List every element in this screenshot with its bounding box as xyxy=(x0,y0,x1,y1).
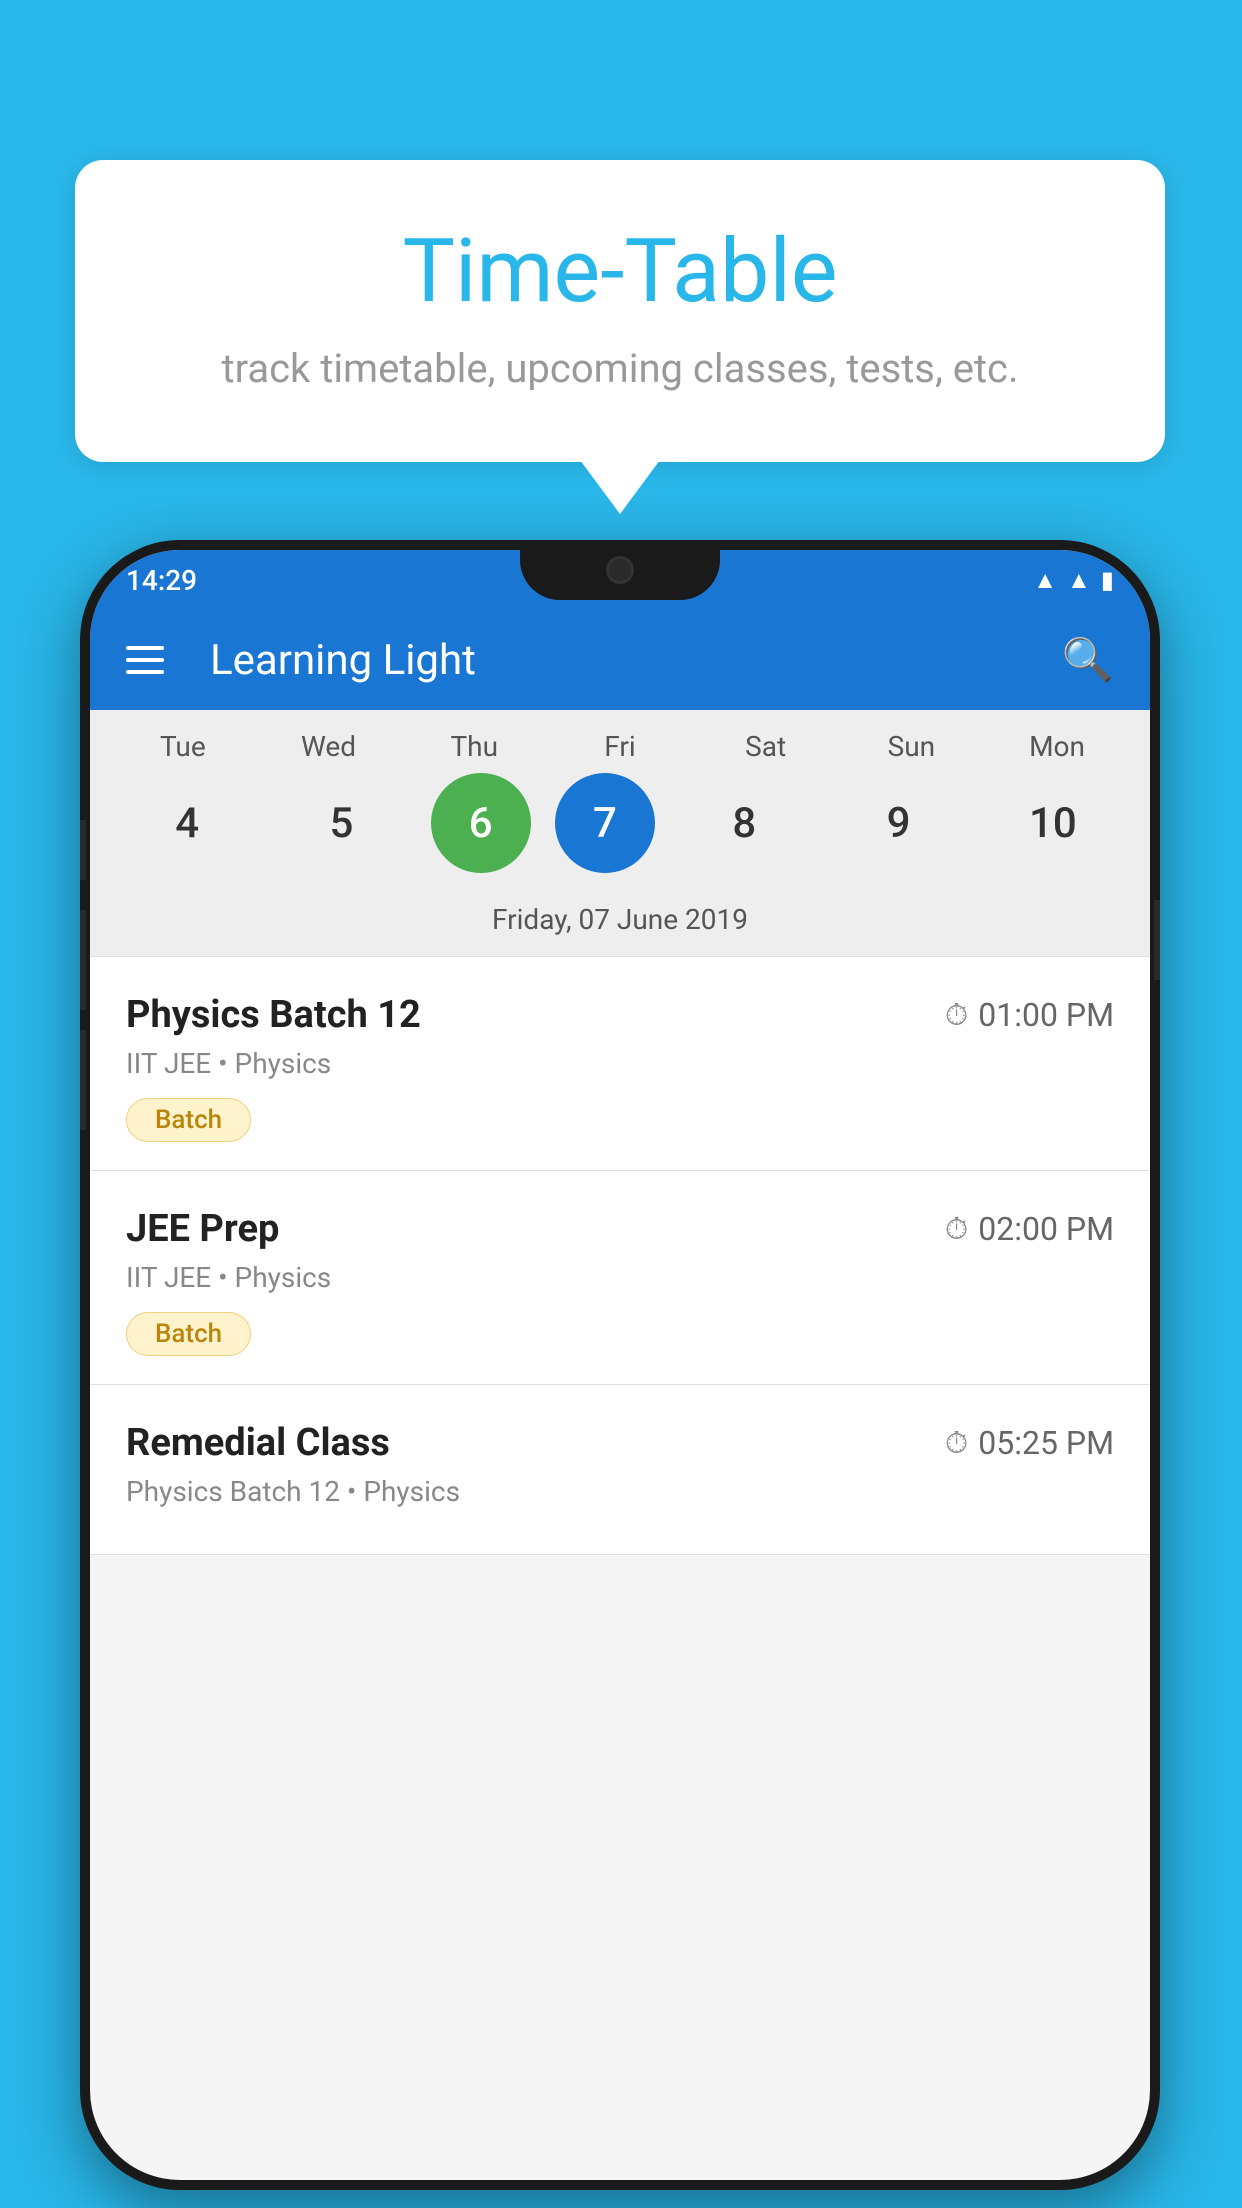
schedule-item-time: ⏱ 01:00 PM xyxy=(945,996,1114,1034)
battery-icon: ▮ xyxy=(1101,566,1114,594)
power-button xyxy=(1154,900,1160,980)
day-number[interactable]: 9 xyxy=(834,773,964,873)
wifi-icon: ▲ xyxy=(1033,566,1057,595)
schedule-item-header: Remedial Class ⏱ 05:25 PM xyxy=(126,1421,1114,1465)
day-number[interactable]: 10 xyxy=(988,773,1118,873)
clock-icon: ⏱ xyxy=(945,1212,968,1247)
schedule-item-time: ⏱ 02:00 PM xyxy=(945,1210,1114,1248)
day-header: Mon xyxy=(992,730,1122,763)
clock-icon: ⏱ xyxy=(945,998,968,1033)
selected-date-label: Friday, 07 June 2019 xyxy=(90,893,1150,957)
day-header: Tue xyxy=(118,730,248,763)
day-number[interactable]: 4 xyxy=(122,773,252,873)
phone-frame: 14:29 ▲ ▲ ▮ Learning Light 🔍 Tue Wed Thu Fr… xyxy=(80,540,1160,2190)
schedule-item-title: Remedial Class xyxy=(126,1421,390,1465)
schedule-item-subtitle: Physics Batch 12 • Physics xyxy=(126,1475,1114,1508)
day-number[interactable]: 7 xyxy=(555,773,655,873)
schedule-item-header: JEE Prep ⏱ 02:00 PM xyxy=(126,1207,1114,1251)
volume-up-button xyxy=(80,910,86,1010)
schedule-item-time: ⏱ 05:25 PM xyxy=(945,1424,1114,1462)
time-text: 02:00 PM xyxy=(978,1210,1114,1248)
schedule-item[interactable]: Remedial Class ⏱ 05:25 PM Physics Batch 12 … xyxy=(90,1385,1150,1555)
day-header: Fri xyxy=(555,730,685,763)
batch-badge: Batch xyxy=(126,1098,251,1142)
schedule-item-subtitle: IIT JEE • Physics xyxy=(126,1261,1114,1294)
day-header: Sat xyxy=(701,730,831,763)
day-headers: Tue Wed Thu Fri Sat Sun Mon xyxy=(90,730,1150,773)
day-number[interactable]: 5 xyxy=(276,773,406,873)
phone-camera xyxy=(606,556,634,584)
day-number[interactable]: 8 xyxy=(679,773,809,873)
status-icons: ▲ ▲ ▮ xyxy=(1033,566,1114,595)
tooltip-card: Time-Table track timetable, upcoming cla… xyxy=(75,160,1165,462)
menu-button[interactable] xyxy=(126,646,164,674)
signal-icon: ▲ xyxy=(1067,566,1091,595)
day-header: Wed xyxy=(264,730,394,763)
time-text: 05:25 PM xyxy=(978,1424,1114,1462)
schedule-item[interactable]: JEE Prep ⏱ 02:00 PM IIT JEE • Physics Batch xyxy=(90,1171,1150,1385)
app-title: Learning Light xyxy=(210,636,1026,685)
batch-badge: Batch xyxy=(126,1312,251,1356)
phone-screen: 14:29 ▲ ▲ ▮ Learning Light 🔍 Tue Wed Thu Fr… xyxy=(90,550,1150,2180)
schedule-item-subtitle: IIT JEE • Physics xyxy=(126,1047,1114,1080)
status-time: 14:29 xyxy=(126,564,197,597)
time-text: 01:00 PM xyxy=(978,996,1114,1034)
schedule-item-title: JEE Prep xyxy=(126,1207,279,1251)
day-header: Sun xyxy=(846,730,976,763)
day-header: Thu xyxy=(409,730,539,763)
day-numbers: 45678910 xyxy=(90,773,1150,893)
phone-notch xyxy=(520,540,720,600)
schedule-item-title: Physics Batch 12 xyxy=(126,993,421,1037)
volume-down-button xyxy=(80,1030,86,1130)
schedule-list: Physics Batch 12 ⏱ 01:00 PM IIT JEE • Physi… xyxy=(90,957,1150,1555)
search-button[interactable]: 🔍 xyxy=(1062,636,1114,685)
schedule-item[interactable]: Physics Batch 12 ⏱ 01:00 PM IIT JEE • Physi… xyxy=(90,957,1150,1171)
calendar-strip: Tue Wed Thu Fri Sat Sun Mon 45678910 Friday, 0… xyxy=(90,710,1150,957)
schedule-item-header: Physics Batch 12 ⏱ 01:00 PM xyxy=(126,993,1114,1037)
app-bar: Learning Light 🔍 xyxy=(90,610,1150,710)
mute-button xyxy=(80,820,86,880)
tooltip-title: Time-Table xyxy=(145,220,1095,323)
clock-icon: ⏱ xyxy=(945,1426,968,1461)
tooltip-subtitle: track timetable, upcoming classes, tests… xyxy=(145,345,1095,392)
day-number[interactable]: 6 xyxy=(431,773,531,873)
